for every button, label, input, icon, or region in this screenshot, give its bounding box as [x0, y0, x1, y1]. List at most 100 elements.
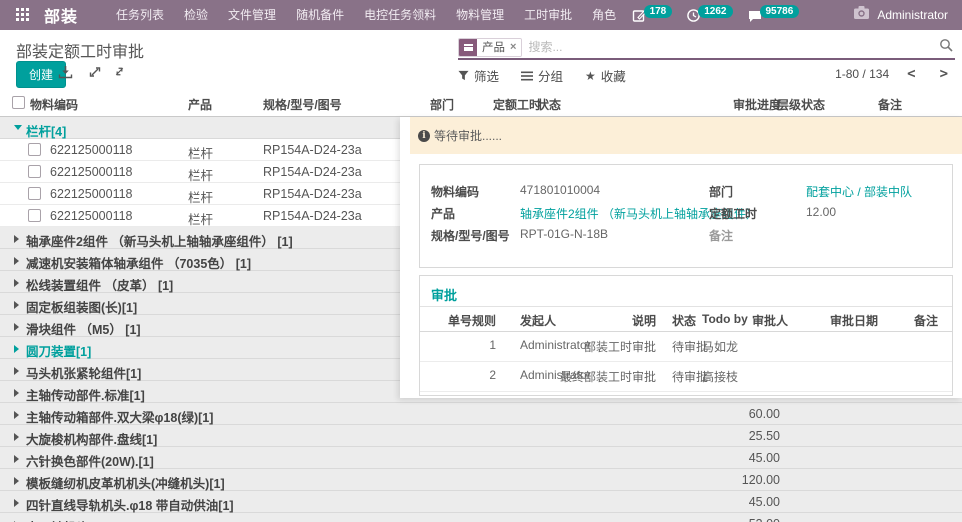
cell-spec: RP154A-D24-23a — [263, 209, 362, 223]
approval-column-header: 说明 — [632, 312, 656, 329]
approval-column-header: 审批人 — [752, 312, 788, 329]
approval-cell: 部装工时审批 — [584, 338, 656, 355]
groupby-icon — [521, 71, 533, 81]
expand-all-icon[interactable] — [88, 65, 102, 84]
approval-cell: Administrator — [520, 338, 591, 352]
group-label: 十五针机头[1] — [26, 517, 104, 522]
export-download-icon[interactable] — [58, 65, 73, 85]
row-checkbox[interactable] — [28, 143, 41, 156]
caret-right-icon[interactable] — [14, 235, 19, 243]
field-value-dept-link[interactable]: 配套中心 / 部装中队 — [806, 183, 912, 200]
select-all-checkbox[interactable] — [12, 96, 25, 109]
caret-right-icon[interactable] — [14, 367, 19, 375]
group-label: 固定板组装图(长)[1] — [26, 297, 137, 316]
top-menu-item[interactable]: 任务列表 — [106, 0, 174, 30]
caret-right-icon[interactable] — [14, 301, 19, 309]
group-label: 松线装置组件 （皮革） [1] — [26, 275, 173, 294]
group-row[interactable]: 模板缝纫机皮革机机头(冲缝机头)[1]120.00 — [0, 469, 962, 491]
group-row[interactable]: 十五针机头[1]53.00 — [0, 513, 962, 522]
caret-down-icon[interactable] — [14, 125, 22, 130]
top-menu-item[interactable]: 检验 — [174, 0, 218, 30]
app-name[interactable]: 部装 — [44, 3, 78, 27]
approval-cell: 最终部装工时审批 — [560, 368, 656, 385]
approval-column-header: 发起人 — [520, 312, 556, 329]
column-header[interactable]: 审批进度 — [733, 96, 781, 113]
record-detail-card: 物料编码 471801010004 部门 配套中心 / 部装中队 产品 轴承座件… — [419, 164, 953, 268]
warning-text: 等待审批...... — [434, 127, 502, 144]
top-menu-item[interactable]: 文件管理 — [218, 0, 286, 30]
favorites-menu[interactable]: ★ 收藏 — [585, 66, 626, 85]
caret-right-icon[interactable] — [14, 389, 19, 397]
caret-right-icon[interactable] — [14, 433, 19, 441]
column-header[interactable]: 定额工时 — [493, 96, 541, 113]
caret-right-icon[interactable] — [14, 499, 19, 507]
group-aggregate-hours: 25.50 — [749, 429, 780, 443]
activities-ticker[interactable]: 178 — [632, 8, 673, 23]
filter-menu[interactable]: 筛选 — [458, 66, 499, 85]
row-checkbox[interactable] — [28, 187, 41, 200]
user-name: Administrator — [877, 8, 948, 22]
top-menu-item[interactable]: 工时审批 — [514, 0, 582, 30]
search-bar: 产品 × — [458, 36, 955, 60]
column-header[interactable]: 状态 — [537, 96, 561, 113]
facet-remove-icon[interactable]: × — [510, 41, 516, 53]
caret-right-icon[interactable] — [14, 411, 19, 419]
pager-previous-icon[interactable]: < — [907, 66, 915, 82]
cell-spec: RP154A-D24-23a — [263, 143, 362, 157]
app-window: 部装 任务列表检验文件管理随机备件电控任务领料物料管理工时审批角色 178 12… — [0, 0, 962, 522]
approval-column-header: Todo by — [702, 312, 748, 326]
approval-cell: 2 — [430, 368, 496, 382]
group-aggregate-hours: 45.00 — [749, 495, 780, 509]
top-menu-item[interactable]: 物料管理 — [446, 0, 514, 30]
column-header[interactable]: 产品 — [188, 96, 212, 113]
cell-spec: RP154A-D24-23a — [263, 187, 362, 201]
cell-product: 栏杆 — [188, 143, 213, 162]
caret-right-icon[interactable] — [14, 455, 19, 463]
row-checkbox[interactable] — [28, 165, 41, 178]
group-aggregate-hours: 60.00 — [749, 407, 780, 421]
column-header[interactable]: 层级状态 — [777, 96, 825, 113]
caret-right-icon[interactable] — [14, 345, 19, 353]
search-icon[interactable] — [939, 38, 953, 57]
group-row[interactable]: 四针直线导轨机头.φ18 带自动供油[1]45.00 — [0, 491, 962, 513]
groupby-menu[interactable]: 分组 — [521, 66, 563, 85]
approval-row[interactable]: 2Administrator最终部装工时审批待审批高接枝 — [420, 362, 952, 392]
timer-ticker[interactable]: 1262 — [686, 8, 732, 23]
caret-right-icon[interactable] — [14, 257, 19, 265]
timer-count-badge: 1262 — [698, 5, 732, 18]
group-label: 滑块组件 （M5） [1] — [26, 319, 141, 338]
group-aggregate-hours: 45.00 — [749, 451, 780, 465]
column-header[interactable]: 物料编码 — [30, 96, 78, 113]
caret-right-icon[interactable] — [14, 477, 19, 485]
caret-right-icon[interactable] — [14, 323, 19, 331]
column-header[interactable]: 部门 — [430, 96, 454, 113]
pager-next-icon[interactable]: > — [940, 66, 948, 82]
group-row[interactable]: 大旋梭机构部件.盘线[1]25.50 — [0, 425, 962, 447]
apps-grid-icon[interactable] — [16, 8, 30, 22]
info-icon: i — [418, 130, 430, 142]
field-label-code: 物料编码 — [431, 183, 479, 200]
row-checkbox[interactable] — [28, 209, 41, 222]
facet-label: 产品 — [482, 39, 505, 55]
column-header[interactable]: 规格/型号/图号 — [263, 96, 342, 113]
messages-ticker[interactable]: 95786 — [747, 8, 800, 23]
user-menu[interactable]: Administrator — [853, 5, 948, 25]
caret-right-icon[interactable] — [14, 279, 19, 287]
column-header[interactable]: 备注 — [878, 96, 902, 113]
top-menu-item[interactable]: 随机备件 — [286, 0, 354, 30]
top-menu-item[interactable]: 角色 — [582, 0, 626, 30]
funnel-icon — [458, 70, 469, 81]
search-input[interactable] — [522, 40, 939, 54]
top-menu: 任务列表检验文件管理随机备件电控任务领料物料管理工时审批角色 — [106, 0, 626, 30]
top-menu-item[interactable]: 电控任务领料 — [354, 0, 446, 30]
group-label: 主轴传动部件.标准[1] — [26, 385, 145, 404]
group-row[interactable]: 六针换色部件(20W).[1]45.00 — [0, 447, 962, 469]
collapse-all-icon[interactable] — [113, 65, 126, 83]
group-label: 主轴传动箱部件.双大梁φ18(绿)[1] — [26, 407, 213, 426]
cell-spec: RP154A-D24-23a — [263, 165, 362, 179]
group-row[interactable]: 主轴传动箱部件.双大梁φ18(绿)[1] 60.00 — [0, 403, 962, 425]
approval-column-header: 审批日期 — [830, 312, 878, 329]
approval-cell: 1 — [430, 338, 496, 352]
messages-count-badge: 95786 — [760, 5, 800, 18]
approval-row[interactable]: 1Administrator部装工时审批待审批马如龙 — [420, 332, 952, 362]
